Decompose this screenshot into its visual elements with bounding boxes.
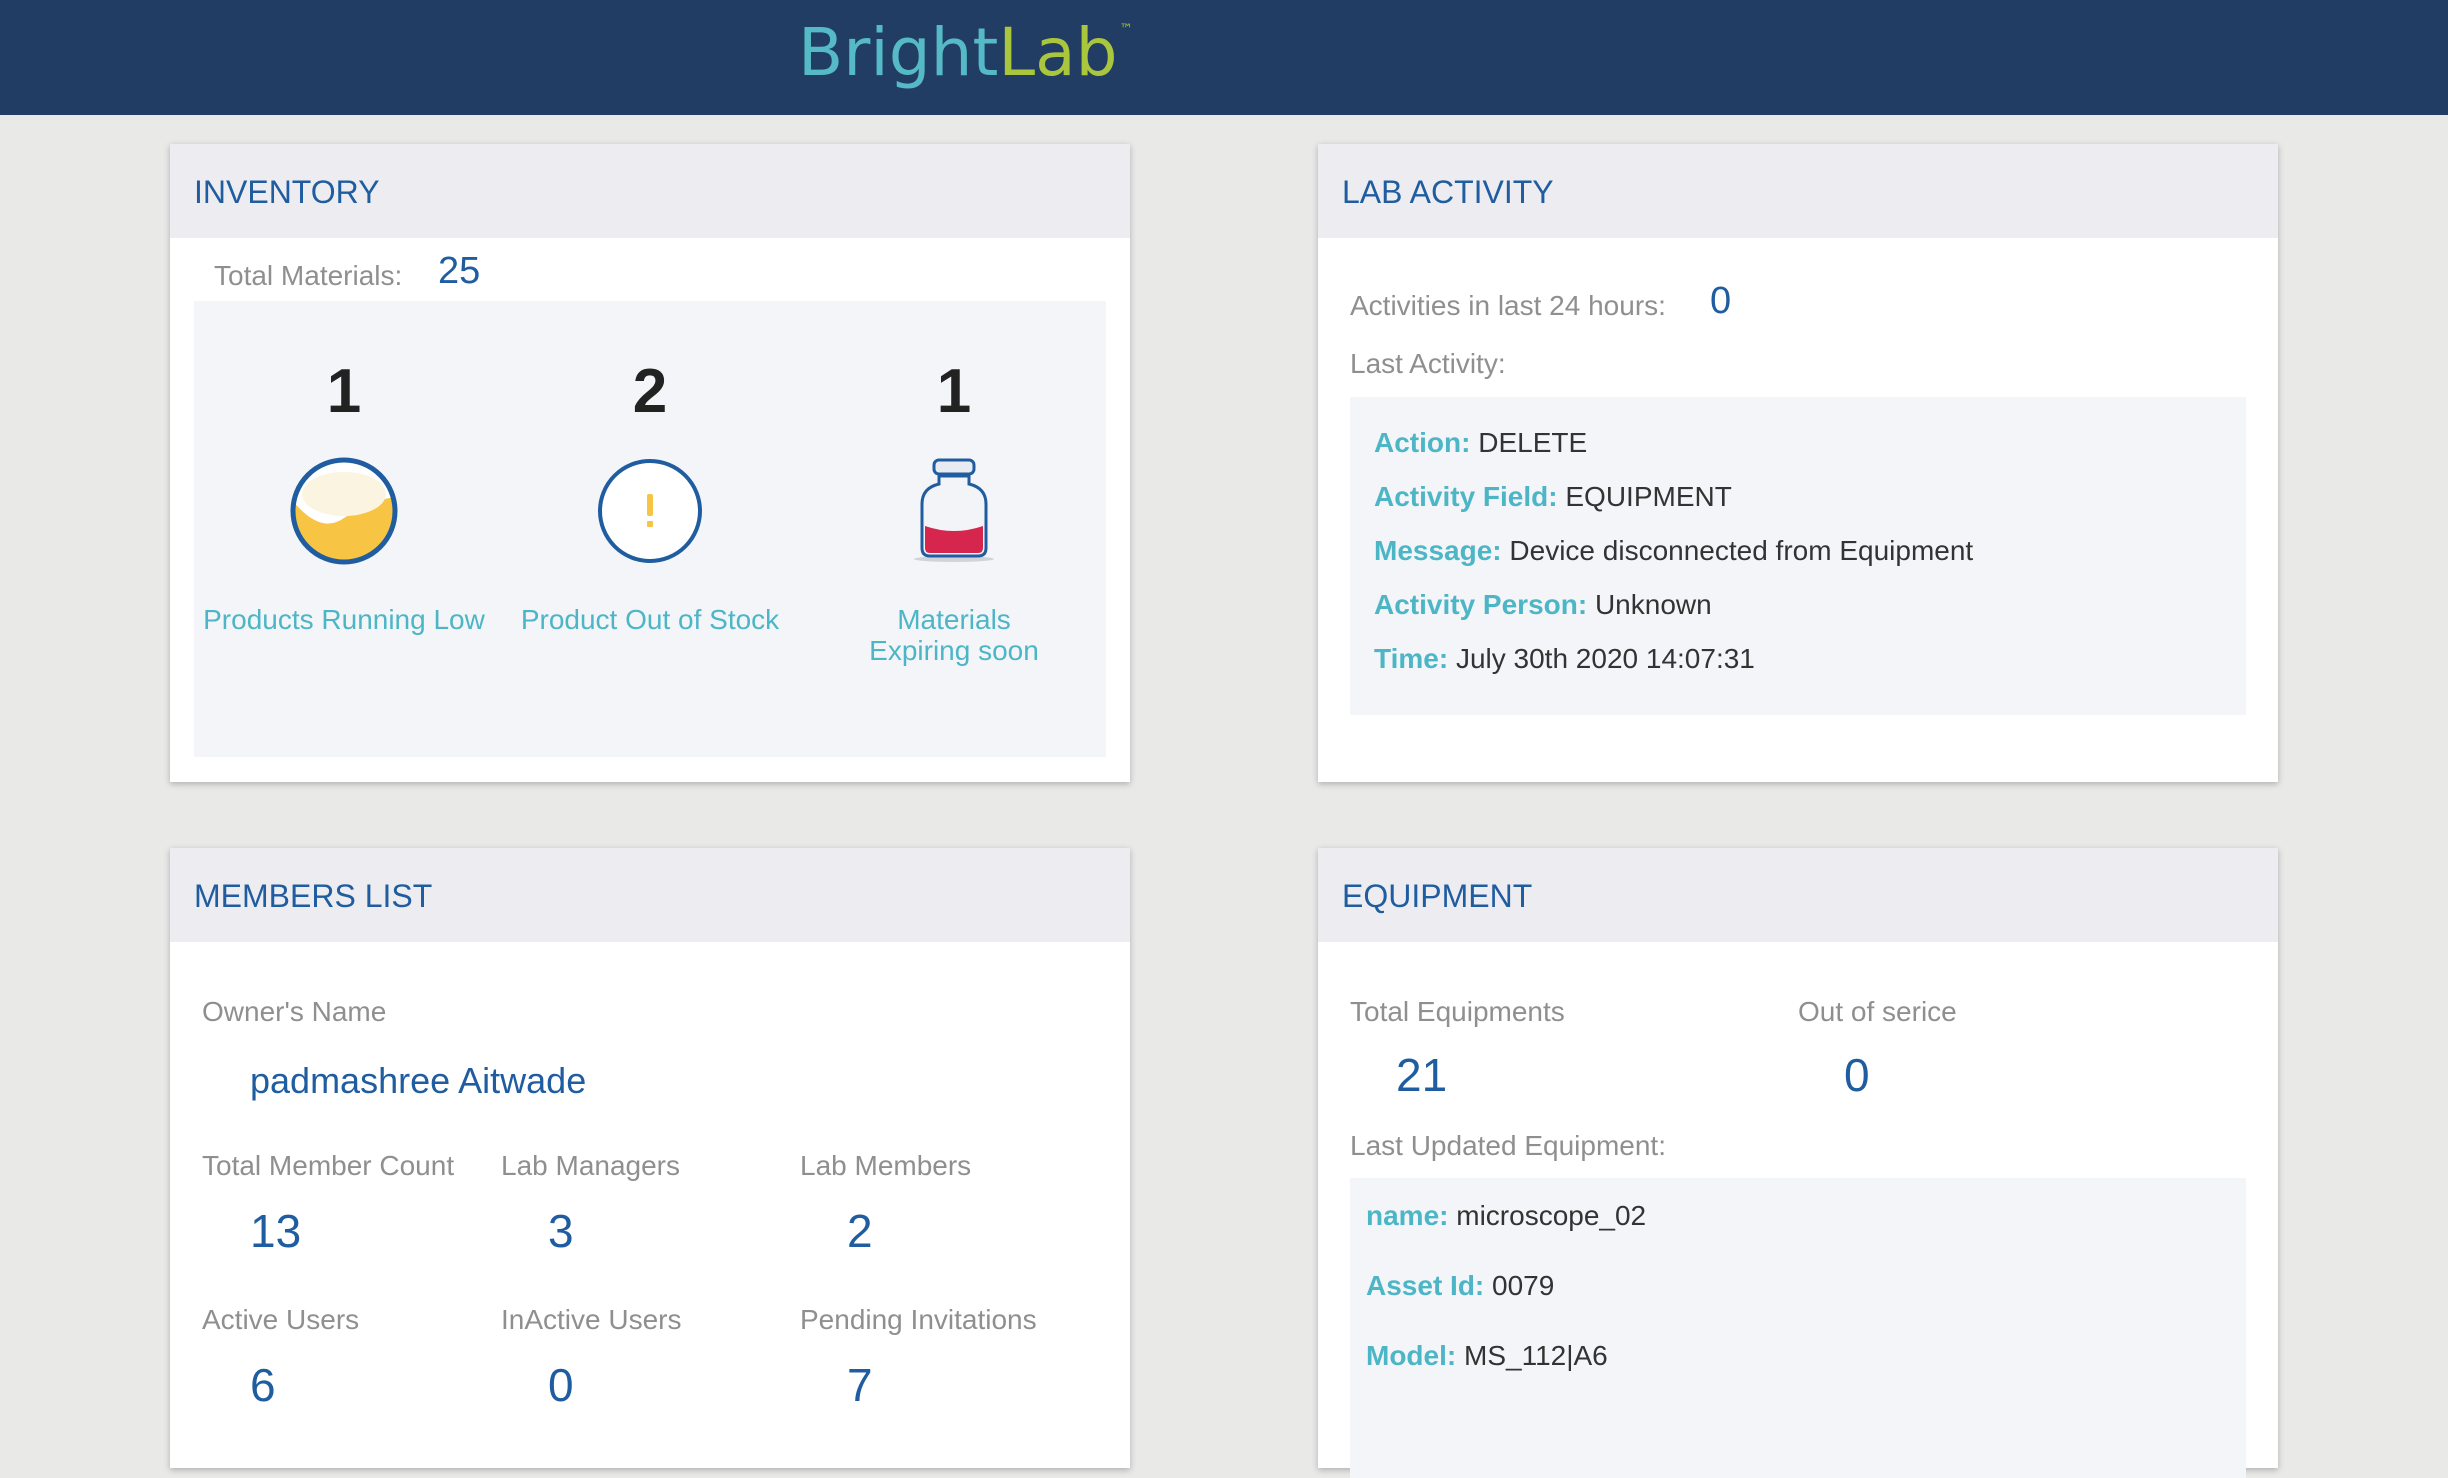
- activity-action: Action: DELETE: [1374, 427, 1587, 459]
- lab-members-label: Lab Members: [800, 1150, 972, 1181]
- inventory-card: INVENTORY Total Materials: 25 1 Products…: [170, 144, 1130, 782]
- equipment-card-header: EQUIPMENT: [1318, 848, 2278, 942]
- activity-message-key: Message:: [1374, 535, 1502, 566]
- product-out-of-stock-tile[interactable]: 2 Product Out of Stock: [500, 301, 800, 757]
- expiring-count: 1: [936, 357, 972, 426]
- equipment-model-key: Model:: [1366, 1340, 1457, 1371]
- lab-managers-label: Lab Managers: [501, 1150, 681, 1181]
- activity-person: Activity Person: Unknown: [1374, 589, 1712, 621]
- activity-time-value: July 30th 2020 14:07:31: [1455, 643, 1755, 674]
- inactive-users-value: 0: [548, 1359, 574, 1411]
- pending-invitations-label: Pending Invitations: [800, 1304, 1037, 1335]
- logo-trademark: ™: [1119, 22, 1133, 37]
- activity-field-value: EQUIPMENT: [1565, 481, 1732, 512]
- activity-action-key: Action:: [1374, 427, 1471, 458]
- total-equipments-value: 21: [1396, 1049, 1448, 1101]
- pending-invitations-value: 7: [847, 1359, 873, 1411]
- last-activity-label: Last Activity:: [1350, 348, 1506, 379]
- bottle-icon: [914, 458, 994, 562]
- top-header-bar: BrightLab ™: [0, 0, 2448, 115]
- total-equipments-label: Total Equipments: [1350, 996, 1565, 1027]
- inventory-title: INVENTORY: [194, 174, 380, 210]
- last-updated-equipment-details: name: microscope_02 Asset Id: 0079 Model…: [1350, 1178, 2246, 1478]
- logo-text-lab: Lab: [998, 14, 1118, 91]
- activity-person-value: Unknown: [1594, 589, 1712, 620]
- lab-activity-title: LAB ACTIVITY: [1342, 174, 1554, 210]
- active-users-value: 6: [250, 1359, 276, 1411]
- last-updated-equipment-label: Last Updated Equipment:: [1350, 1130, 1666, 1161]
- total-member-count-label: Total Member Count: [202, 1150, 455, 1181]
- out-of-stock-count: 2: [632, 357, 668, 426]
- materials-expiring-tile[interactable]: 1 Materials Expiring soon: [804, 301, 1104, 757]
- activity-message-value: Device disconnected from Equipment: [1509, 535, 1974, 566]
- equipment-model: Model: MS_112|A6: [1366, 1340, 1608, 1372]
- activities-24h-label: Activities in last 24 hours:: [1350, 290, 1666, 321]
- equipment-title: EQUIPMENT: [1342, 878, 1533, 914]
- equipment-asset-id: Asset Id: 0079: [1366, 1270, 1554, 1302]
- activity-person-key: Activity Person:: [1374, 589, 1588, 620]
- out-of-service-value: 0: [1844, 1049, 1870, 1101]
- inventory-summary-panel: 1 Products Running Low 2 Product Out of …: [194, 301, 1106, 757]
- running-low-count: 1: [326, 357, 362, 426]
- lab-members-value: 2: [847, 1205, 873, 1257]
- activities-24h-value: 0: [1710, 280, 1732, 322]
- lab-managers-value: 3: [548, 1205, 574, 1257]
- running-low-label: Products Running Low: [203, 604, 485, 635]
- owner-name-value: padmashree Aitwade: [250, 1060, 587, 1101]
- out-of-service-label: Out of serice: [1798, 996, 1957, 1027]
- lab-activity-card-header: LAB ACTIVITY: [1318, 144, 2278, 238]
- total-materials-value: 25: [438, 250, 481, 292]
- total-member-count-value: 13: [250, 1205, 302, 1257]
- equipment-name: name: microscope_02: [1366, 1200, 1646, 1232]
- last-activity-details: Action: DELETE Activity Field: EQUIPMENT…: [1350, 397, 2246, 715]
- members-title: MEMBERS LIST: [194, 878, 433, 914]
- equipment-card: EQUIPMENT Total Equipments 21 Out of ser…: [1318, 848, 2278, 1478]
- activity-action-value: DELETE: [1478, 427, 1588, 458]
- equipment-asset-id-value: 0079: [1492, 1270, 1555, 1301]
- members-list-card: MEMBERS LIST Owner's Name padmashree Ait…: [170, 848, 1130, 1468]
- equipment-asset-id-key: Asset Id:: [1366, 1270, 1485, 1301]
- active-users-label: Active Users: [202, 1304, 360, 1335]
- logo-text-bright: Bright: [798, 14, 999, 91]
- brightlab-logo[interactable]: BrightLab ™: [798, 14, 1132, 91]
- members-card-header: MEMBERS LIST: [170, 848, 1130, 942]
- activity-field-key: Activity Field:: [1374, 481, 1558, 512]
- activity-message: Message: Device disconnected from Equipm…: [1374, 535, 1973, 567]
- activity-field: Activity Field: EQUIPMENT: [1374, 481, 1732, 513]
- products-running-low-tile[interactable]: 1 Products Running Low: [194, 301, 494, 757]
- owner-name-label: Owner's Name: [202, 996, 387, 1027]
- equipment-name-key: name:: [1366, 1200, 1449, 1231]
- activity-time: Time: July 30th 2020 14:07:31: [1374, 643, 1755, 675]
- equipment-name-value: microscope_02: [1456, 1200, 1647, 1231]
- activity-time-key: Time:: [1374, 643, 1449, 674]
- expiring-label: Materials Expiring soon: [869, 604, 1039, 666]
- exclamation-circle-icon: [598, 459, 702, 563]
- inactive-users-label: InActive Users: [501, 1304, 682, 1335]
- out-of-stock-label: Product Out of Stock: [520, 604, 780, 635]
- lab-activity-card: LAB ACTIVITY Activities in last 24 hours…: [1318, 144, 2278, 782]
- equipment-model-value: MS_112|A6: [1464, 1340, 1608, 1371]
- total-materials-label: Total Materials:: [214, 260, 403, 291]
- half-full-circle-icon: [290, 457, 398, 565]
- inventory-card-header: INVENTORY: [170, 144, 1130, 238]
